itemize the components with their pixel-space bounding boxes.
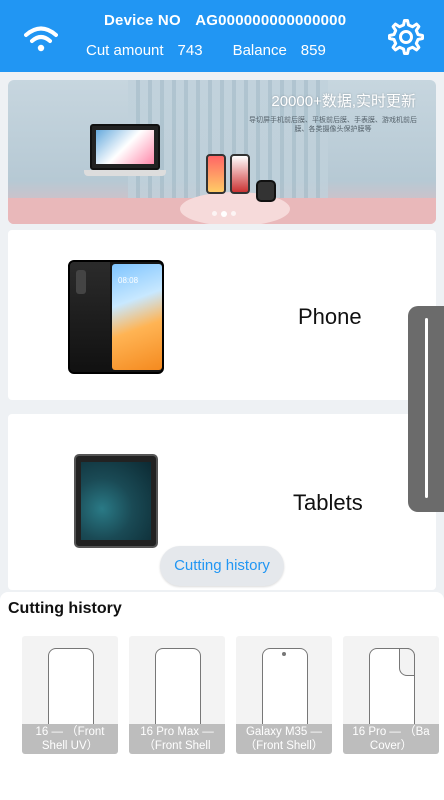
carousel-dot[interactable]: [231, 211, 236, 216]
history-list[interactable]: 16 — （Front Shell UV） 16 Pro Max — （Front …: [22, 636, 444, 756]
phone-image: [230, 154, 250, 194]
history-item[interactable]: Galaxy M35 — （Front Shell）: [236, 636, 332, 754]
laptop-image: [84, 124, 166, 176]
panel-title: Cutting history: [8, 600, 122, 617]
carousel-dot-active[interactable]: [221, 210, 227, 217]
phone-screen-time: 08:08: [118, 276, 139, 285]
cutting-history-button[interactable]: Cutting history: [160, 546, 284, 586]
side-scrollbar[interactable]: [408, 306, 444, 512]
device-number: Device NO AG000000000000000: [104, 12, 346, 29]
banner-title: 20000+数据,实时更新: [271, 93, 416, 110]
history-item-line2: Shell UV）: [41, 740, 99, 752]
phone-outline-icon: [48, 648, 94, 732]
settings-gear-icon[interactable]: [388, 19, 424, 55]
history-item[interactable]: 16 — （Front Shell UV）: [22, 636, 118, 754]
watch-image: [256, 180, 276, 202]
phone-back-outline-icon: [369, 648, 415, 732]
wifi-icon[interactable]: [24, 26, 58, 52]
carousel-dot[interactable]: [212, 211, 217, 216]
history-item-line2: （Front Shell）: [244, 740, 324, 752]
phone-outline-icon: [262, 648, 308, 732]
category-phone[interactable]: 08:08 Phone: [8, 230, 436, 400]
cut-amount-label: Cut amount: [86, 42, 164, 59]
phone-outline-icon: [155, 648, 201, 732]
carousel-dots: [212, 210, 236, 217]
account-stats: Cut amount 743 Balance 859: [86, 42, 326, 59]
balance-label: Balance: [232, 42, 287, 59]
cut-amount-value: 743: [177, 42, 203, 59]
tablet-illustration: [74, 454, 158, 548]
history-item-line1: 16 Pro — （Ba: [352, 726, 430, 738]
promo-banner[interactable]: 20000+数据,实时更新 导切屏手机前后膜、平板前后膜、手表膜、游戏机前后膜、…: [8, 80, 436, 224]
phone-image: [206, 154, 226, 194]
device-label: Device NO: [104, 12, 181, 29]
scrollbar-thumb[interactable]: [425, 318, 428, 498]
history-item[interactable]: 16 Pro — （Ba Cover）: [343, 636, 439, 754]
history-item-line2: （Front Shell: [143, 740, 211, 752]
category-label-tablets: Tablets: [293, 490, 363, 515]
banner-subtitle: 导切屏手机前后膜、平板前后膜、手表膜、游戏机前后膜、各类摄像头保护膜等: [249, 117, 417, 133]
top-bar: Device NO AG000000000000000 Cut amount 74…: [0, 0, 444, 72]
history-item[interactable]: 16 Pro Max — （Front Shell: [129, 636, 225, 754]
history-item-line1: 16 — （Front: [35, 726, 105, 738]
phone-illustration: 08:08: [68, 260, 164, 374]
history-item-line1: 16 Pro Max —: [140, 726, 214, 738]
cutting-history-panel: Cutting history 16 — （Front Shell UV） 16 …: [0, 592, 444, 800]
history-item-line2: Cover）: [369, 740, 413, 752]
history-item-line1: Galaxy M35 —: [245, 726, 323, 738]
device-value: AG000000000000000: [195, 12, 347, 29]
category-label-phone: Phone: [298, 304, 362, 329]
balance-value: 859: [300, 42, 326, 59]
